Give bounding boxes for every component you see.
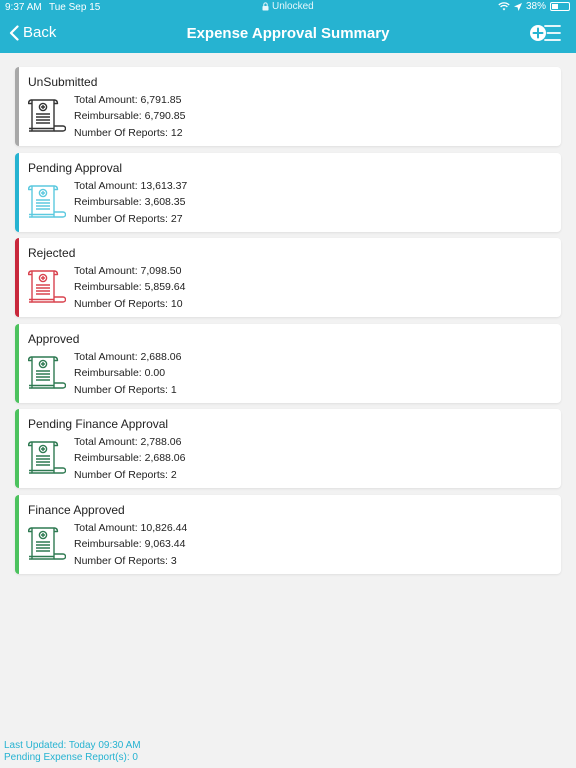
page-title: Expense Approval Summary xyxy=(186,25,390,42)
status-color-bar xyxy=(15,409,19,488)
expense-report-icon xyxy=(28,441,66,474)
total-amount: Total Amount: 6,791.85 xyxy=(74,94,182,106)
status-color-bar xyxy=(15,238,19,317)
number-of-reports: Number Of Reports: 3 xyxy=(74,554,177,567)
reimbursable-amount: Reimbursable: 6,790.85 xyxy=(74,110,186,122)
reimbursable-amount: Reimbursable: 0.00 xyxy=(74,366,166,379)
lock-status: Unlocked xyxy=(262,1,314,12)
reimbursable-amount: Reimbursable: 9,063.44 xyxy=(74,537,186,550)
reimbursable-amount: Reimbursable: 3,608.35 xyxy=(74,195,186,208)
pending-reports-text: Pending Expense Report(s): 0 xyxy=(4,752,138,763)
top-bar: 9:37 AM Tue Sep 15 Unlocked 38% Back Exp… xyxy=(0,0,576,53)
card-title: Pending Finance Approval xyxy=(28,417,169,431)
card-title: Finance Approved xyxy=(28,502,125,517)
summary-card[interactable]: Rejected Total Amount: 7,098.50 Reimburs… xyxy=(15,238,561,317)
status-color-bar xyxy=(15,67,19,146)
status-bar: 9:37 AM Tue Sep 15 Unlocked 38% xyxy=(0,0,576,16)
lock-icon xyxy=(262,2,269,11)
expense-report-icon xyxy=(28,184,66,218)
status-time: 9:37 AM xyxy=(5,2,42,13)
wifi-icon xyxy=(498,2,510,11)
summary-card[interactable]: Finance Approved Total Amount: 10,826.44… xyxy=(15,494,561,574)
battery-percent: 38% xyxy=(525,1,546,12)
card-title: Pending Approval xyxy=(28,160,123,175)
expense-report-icon xyxy=(28,270,66,303)
reimbursable-amount: Reimbursable: 2,688.06 xyxy=(74,452,186,464)
summary-card[interactable]: Approved Total Amount: 2,688.06 Reimburs… xyxy=(15,323,561,403)
status-color-bar xyxy=(15,494,19,574)
card-title: UnSubmitted xyxy=(28,75,98,89)
card-title: Approved xyxy=(28,331,80,346)
number-of-reports: Number Of Reports: 12 xyxy=(74,127,183,139)
add-report-button[interactable] xyxy=(529,22,561,49)
total-amount: Total Amount: 2,788.06 xyxy=(74,436,182,448)
number-of-reports: Number Of Reports: 1 xyxy=(74,383,177,396)
expense-report-icon xyxy=(28,99,66,132)
card-title: Rejected xyxy=(28,246,76,260)
total-amount: Total Amount: 13,613.37 xyxy=(74,179,188,192)
summary-card[interactable]: Pending Finance Approval Total Amount: 2… xyxy=(15,409,561,488)
expense-report-icon xyxy=(28,355,66,389)
number-of-reports: Number Of Reports: 27 xyxy=(74,212,183,225)
footer: Last Updated: Today 09:30 AM Pending Exp… xyxy=(4,740,141,764)
summary-card[interactable]: UnSubmitted Total Amount: 6,791.85 Reimb… xyxy=(15,67,561,146)
total-amount: Total Amount: 7,098.50 xyxy=(74,265,182,277)
last-updated-text: Last Updated: Today 09:30 AM xyxy=(4,740,141,751)
summary-card[interactable]: Pending Approval Total Amount: 13,613.37… xyxy=(15,152,561,232)
summary-list: UnSubmitted Total Amount: 6,791.85 Reimb… xyxy=(15,67,561,580)
reimbursable-amount: Reimbursable: 5,859.64 xyxy=(74,281,186,293)
expense-report-icon xyxy=(28,526,66,560)
status-date: Tue Sep 15 xyxy=(49,2,101,13)
number-of-reports: Number Of Reports: 10 xyxy=(74,298,183,310)
number-of-reports: Number Of Reports: 2 xyxy=(74,469,177,481)
status-color-bar xyxy=(15,152,19,232)
add-list-icon xyxy=(530,25,561,41)
location-arrow-icon xyxy=(513,2,522,11)
total-amount: Total Amount: 2,688.06 xyxy=(74,350,182,363)
navigation-bar: Back Expense Approval Summary xyxy=(0,16,576,53)
battery-icon xyxy=(550,2,570,11)
status-color-bar xyxy=(15,323,19,403)
status-indicators: 38% xyxy=(498,1,570,12)
lock-label: Unlocked xyxy=(272,1,314,12)
total-amount: Total Amount: 10,826.44 xyxy=(74,521,188,534)
